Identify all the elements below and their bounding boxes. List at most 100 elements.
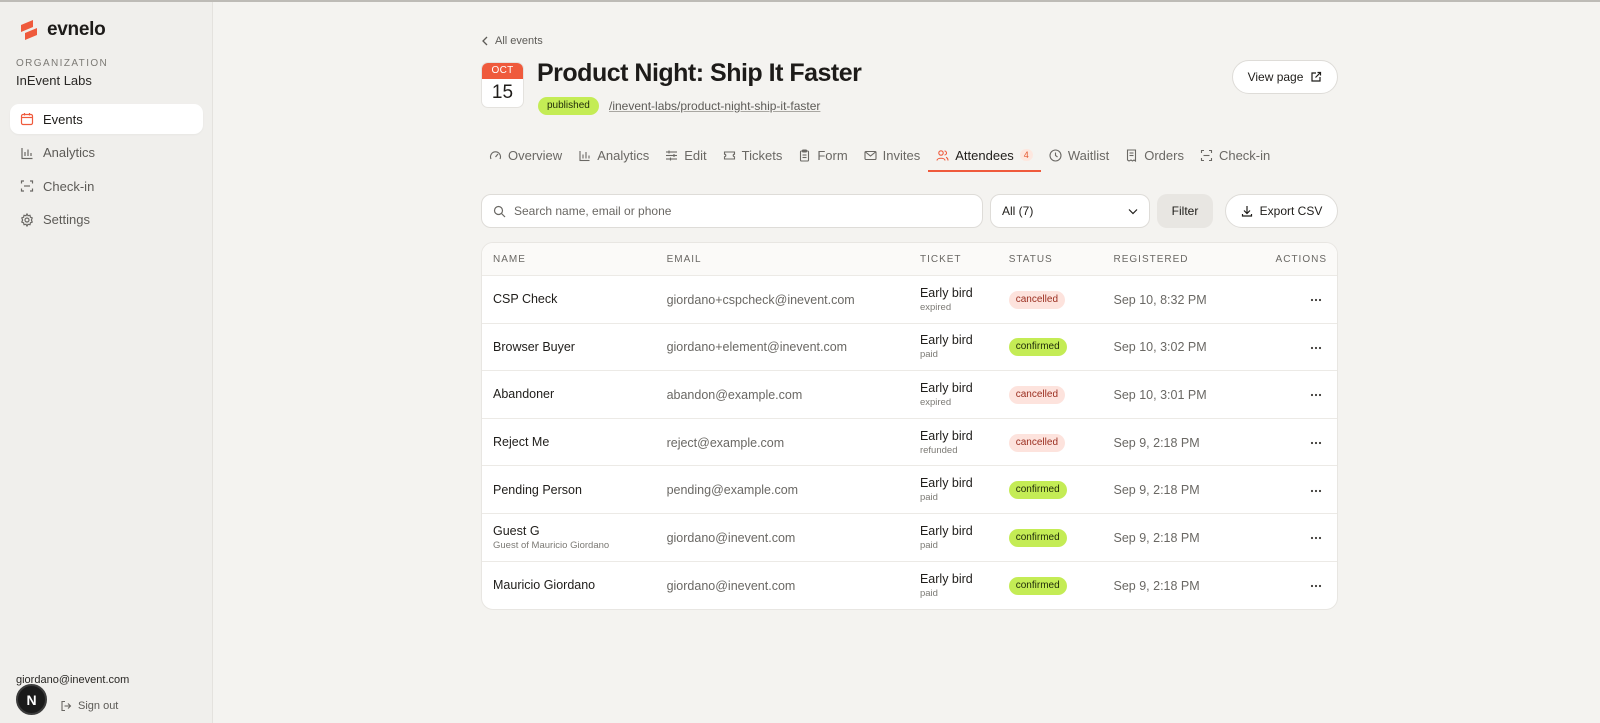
export-csv-button[interactable]: Export CSV	[1225, 194, 1338, 228]
attendee-email: pending@example.com	[666, 483, 799, 498]
column-header-status[interactable]: STATUS	[1009, 254, 1114, 265]
table-row[interactable]: Reject Me reject@example.com Early bird ref…	[482, 419, 1337, 467]
column-header-ticket[interactable]: TICKET	[920, 254, 1009, 265]
sign-out-icon	[61, 700, 72, 712]
event-slug-link[interactable]: /inevent-labs/product-night-ship-it-fast…	[609, 99, 820, 113]
attendee-name-cell: Guest G Guest of Mauricio Giordano	[482, 524, 667, 551]
tab-invites[interactable]: Invites	[856, 139, 929, 171]
ticket-payment-status: paid	[919, 492, 938, 504]
status-badge: cancelled	[1008, 433, 1066, 452]
status-cell: cancelled	[1008, 433, 1114, 452]
sidebar: evnelo ORGANIZATION InEvent Labs Events …	[0, 2, 213, 723]
ticket-type: Early bird	[919, 285, 973, 300]
row-actions-button[interactable]	[1305, 483, 1327, 499]
ticket-type: Early bird	[919, 333, 973, 348]
row-actions-button[interactable]	[1305, 435, 1327, 451]
tab-attendees[interactable]: Attendees 4	[928, 139, 1041, 172]
clipboard-icon	[800, 148, 810, 162]
sign-out-button[interactable]: Sign out	[60, 700, 118, 712]
attendee-email: giordano@inevent.com	[666, 578, 796, 593]
brand[interactable]: evnelo	[18, 19, 106, 41]
status-cell: cancelled	[1008, 290, 1114, 309]
ticket-cell: Early bird expired	[920, 286, 1009, 313]
row-actions-button[interactable]	[1305, 530, 1327, 546]
column-header-email[interactable]: EMAIL	[667, 254, 920, 265]
gear-icon	[21, 212, 33, 227]
tab-label: Check-in	[1218, 147, 1271, 163]
ticket-cell: Early bird paid	[920, 572, 1009, 599]
sidebar-item-check-in[interactable]: Check-in	[10, 171, 203, 201]
status-cell: confirmed	[1008, 576, 1114, 595]
tab-label: Form	[817, 147, 848, 163]
attendee-name-cell: Browser Buyer	[482, 340, 667, 354]
actions-cell	[1266, 481, 1337, 499]
actions-cell	[1266, 385, 1337, 403]
tab-analytics[interactable]: Analytics	[570, 139, 657, 171]
table-row[interactable]: Abandoner abandon@example.com Early bird ex…	[482, 371, 1337, 419]
column-header-name[interactable]: NAME	[482, 254, 667, 265]
sidebar-item-label: Check-in	[43, 178, 95, 194]
attendees-table: NAME EMAIL TICKET STATUS REGISTERED ACTI…	[481, 242, 1338, 610]
table-row[interactable]: Mauricio Giordano giordano@inevent.com Ear…	[482, 562, 1337, 609]
attendee-name-cell: Pending Person	[482, 483, 667, 497]
tab-label: Waitlist	[1067, 147, 1110, 163]
avatar[interactable]: N	[16, 684, 47, 715]
status-badge: cancelled	[1008, 385, 1066, 404]
status-badge: published	[538, 97, 599, 115]
ticket-payment-status: paid	[919, 539, 938, 551]
row-actions-button[interactable]	[1305, 387, 1327, 403]
search-input[interactable]	[514, 204, 954, 218]
search-field[interactable]	[481, 194, 983, 228]
more-horizontal-icon	[1310, 489, 1322, 492]
table-row[interactable]: CSP Check giordano+cspcheck@inevent.com Ea…	[482, 276, 1337, 324]
column-header-actions: ACTIONS	[1275, 253, 1327, 265]
registered-date: Sep 10, 8:32 PM	[1113, 292, 1207, 307]
sidebar-item-events[interactable]: Events	[10, 104, 203, 134]
tab-check-in[interactable]: Check-in	[1192, 139, 1278, 171]
ticket-icon	[723, 150, 735, 160]
sidebar-item-analytics[interactable]: Analytics	[10, 138, 203, 168]
attendee-name: Reject Me	[493, 435, 550, 450]
view-page-button[interactable]: View page	[1232, 60, 1338, 94]
column-header-registered[interactable]: REGISTERED	[1114, 254, 1267, 265]
event-tabs: Overview Analytics Edit Tickets Form Inv…	[481, 139, 1338, 172]
tab-orders[interactable]: Orders	[1117, 139, 1192, 171]
scan-icon	[20, 180, 34, 192]
ticket-cell: Early bird paid	[920, 524, 1009, 551]
clock-icon	[1049, 148, 1062, 162]
tab-label: Analytics	[597, 147, 650, 163]
back-to-events-link[interactable]: All events	[481, 35, 543, 47]
ticket-cell: Early bird expired	[920, 381, 1009, 408]
organization-label: ORGANIZATION	[16, 58, 109, 69]
ticket-payment-status: paid	[919, 587, 938, 599]
tab-label: Overview	[508, 147, 563, 163]
tab-label: Invites	[882, 147, 921, 163]
gauge-icon	[489, 150, 502, 159]
table-row[interactable]: Guest G Guest of Mauricio Giordano giordan…	[482, 514, 1337, 562]
row-actions-button[interactable]	[1305, 340, 1327, 356]
more-horizontal-icon	[1310, 299, 1322, 302]
attendee-name-cell: Reject Me	[482, 435, 667, 449]
event-date-badge: OCT 15	[481, 62, 524, 108]
calendar-icon	[20, 113, 34, 126]
tab-form[interactable]: Form	[790, 139, 855, 171]
status-filter-select[interactable]: All (7)	[990, 194, 1150, 228]
more-horizontal-icon	[1310, 346, 1322, 349]
top-border	[0, 0, 1600, 2]
filter-button[interactable]: Filter	[1157, 194, 1213, 228]
status-badge: confirmed	[1008, 481, 1067, 500]
tab-edit[interactable]: Edit	[657, 139, 714, 171]
mail-icon	[864, 150, 877, 160]
bar-chart-icon	[21, 147, 33, 159]
table-row[interactable]: Pending Person pending@example.com Early b…	[482, 466, 1337, 514]
row-actions-button[interactable]	[1305, 292, 1327, 308]
tab-waitlist[interactable]: Waitlist	[1041, 139, 1117, 171]
table-row[interactable]: Browser Buyer giordano+element@inevent.co…	[482, 324, 1337, 372]
chevron-left-icon	[482, 36, 488, 46]
sidebar-item-settings[interactable]: Settings	[10, 205, 203, 235]
row-actions-button[interactable]	[1305, 578, 1327, 594]
tab-overview[interactable]: Overview	[481, 139, 570, 171]
tab-tickets[interactable]: Tickets	[715, 139, 791, 171]
status-badge: confirmed	[1008, 528, 1067, 547]
attendee-name-cell: Abandoner	[482, 387, 667, 401]
